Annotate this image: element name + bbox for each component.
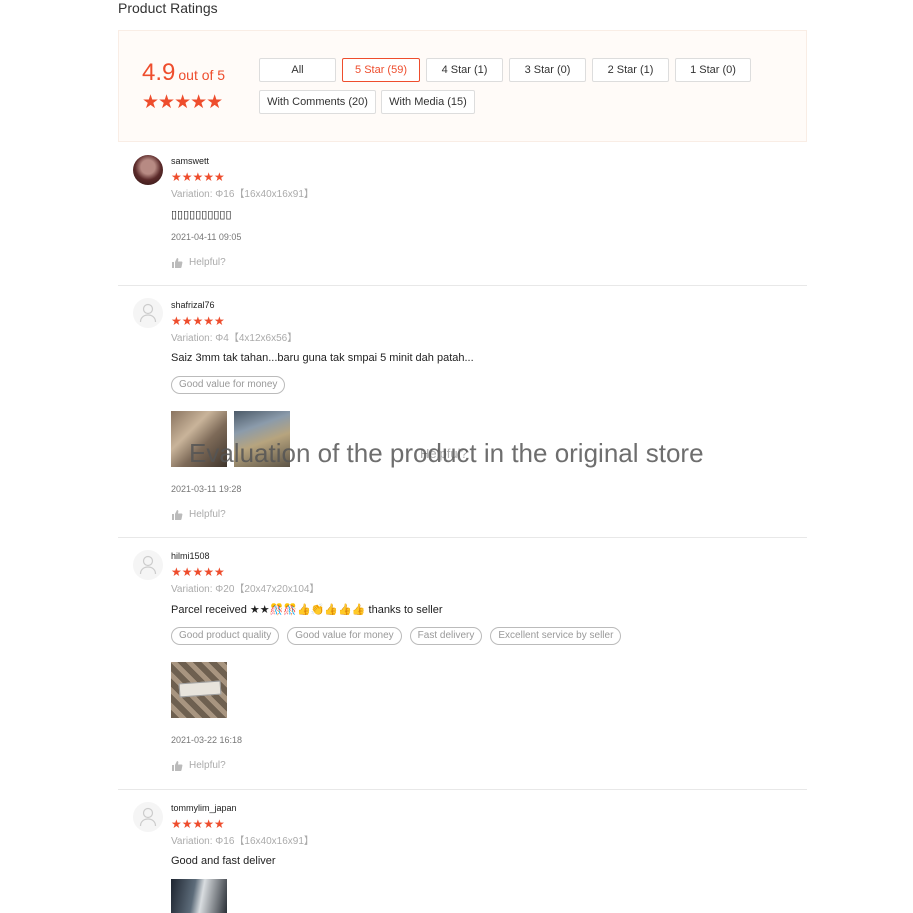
user-icon: [139, 555, 157, 575]
filter-with-comments[interactable]: With Comments (20): [259, 90, 376, 114]
review-tag: Good product quality: [171, 627, 280, 645]
review-username[interactable]: tommylim_japan: [171, 803, 237, 813]
review-item: hilmi1508 ★★★★★ Variation: Φ20【20x47x20x…: [118, 538, 807, 790]
filter-all[interactable]: All: [259, 58, 336, 82]
helpful-label: Helpful?: [189, 509, 226, 520]
section-title: Product Ratings: [118, 0, 218, 16]
helpful-button[interactable]: Helpful?: [171, 257, 226, 268]
user-avatar[interactable]: [133, 802, 163, 832]
helpful-label: Helpful?: [189, 760, 226, 771]
review-stars: ★★★★★: [171, 170, 225, 184]
review-photo[interactable]: [171, 662, 227, 718]
review-date: 2021-04-11 09:05: [171, 232, 242, 242]
photo-subject: [178, 680, 222, 698]
review-stars: ★★★★★: [171, 817, 225, 831]
rating-overview: 4.9 out of 5 ★★★★★ All 5 Star (59) 4 Star…: [118, 30, 807, 142]
user-avatar[interactable]: [133, 155, 163, 185]
review-comment: Saiz 3mm tak tahan...baru guna tak smpai…: [171, 352, 474, 364]
review-item: samswett ★★★★★ Variation: Φ16【16x40x16x9…: [118, 143, 807, 286]
score-value: 4.9: [142, 59, 176, 86]
review-username[interactable]: shafrizal76: [171, 300, 215, 310]
filter-2-star[interactable]: 2 Star (1): [592, 58, 669, 82]
review-tag: Fast delivery: [409, 627, 483, 645]
user-avatar[interactable]: [133, 298, 163, 328]
review-stars: ★★★★★: [171, 565, 225, 579]
review-item: shafrizal76 ★★★★★ Variation: Φ4【4x12x6x5…: [118, 286, 807, 538]
user-icon: [139, 807, 157, 827]
review-comment: Good and fast deliver: [171, 855, 276, 867]
thumbs-up-icon: [172, 258, 183, 268]
thumbs-up-icon: [172, 761, 183, 771]
review-variation: Variation: Φ16【16x40x16x91】: [171, 189, 314, 200]
review-username[interactable]: hilmi1508: [171, 551, 210, 561]
thumbs-up-icon: [172, 510, 183, 520]
review-tag: Excellent service by seller: [490, 627, 622, 645]
filter-with-media[interactable]: With Media (15): [381, 90, 475, 114]
filter-5-star[interactable]: 5 Star (59): [342, 58, 420, 82]
review-date: 2021-03-22 16:18: [171, 735, 243, 745]
review-variation: Variation: Φ20【20x47x20x104】: [171, 584, 320, 595]
review-stars: ★★★★★: [171, 314, 225, 328]
review-photo[interactable]: [171, 879, 227, 913]
rating-score: 4.9 out of 5: [142, 59, 225, 87]
filter-4-star[interactable]: 4 Star (1): [426, 58, 503, 82]
user-icon: [139, 303, 157, 323]
watermark-caption: Evaluation of the product in the origina…: [189, 438, 704, 468]
helpful-button[interactable]: Helpful?: [171, 509, 226, 520]
filter-1-star[interactable]: 1 Star (0): [675, 58, 751, 82]
score-suffix: out of 5: [178, 67, 226, 83]
user-avatar[interactable]: [133, 550, 163, 580]
helpful-button[interactable]: Helpful?: [171, 760, 226, 771]
review-tags: Good value for money: [171, 376, 286, 394]
review-tag: Good value for money: [287, 627, 402, 645]
review-tags: Good product quality Good value for mone…: [171, 627, 622, 645]
review-username[interactable]: samswett: [171, 156, 209, 166]
review-item: tommylim_japan ★★★★★ Variation: Φ16【16x4…: [118, 790, 807, 913]
overall-stars: ★★★★★: [142, 92, 223, 113]
helpful-label: Helpful?: [189, 257, 226, 268]
review-comment: Parcel received ★★🎊🎊👍👏👍👍👍 thanks to sell…: [171, 604, 443, 616]
review-variation: Variation: Φ4【4x12x6x56】: [171, 333, 298, 344]
filter-3-star[interactable]: 3 Star (0): [509, 58, 586, 82]
review-date: 2021-03-11 19:28: [171, 484, 242, 494]
review-variation: Variation: Φ16【16x40x16x91】: [171, 836, 314, 847]
review-tag: Good value for money: [171, 376, 286, 394]
review-comment: ▯▯▯▯▯▯▯▯▯▯: [171, 209, 232, 221]
